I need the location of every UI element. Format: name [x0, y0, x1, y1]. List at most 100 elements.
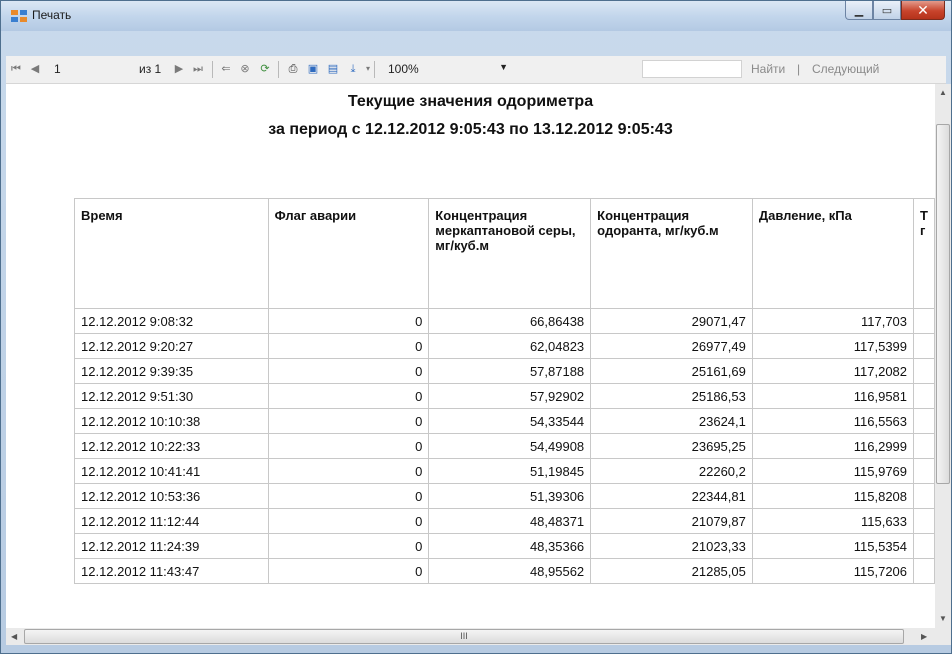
cell-alarm-flag: 0 — [267, 333, 430, 359]
cell-time: 12.12.2012 9:20:27 — [74, 333, 269, 359]
cell-truncated — [913, 358, 935, 384]
zoom-value: 100% — [388, 62, 419, 76]
report-table: Время Флаг аварии Концентрация меркаптан… — [74, 198, 935, 584]
column-header-alarm-flag: Флаг аварии — [267, 198, 430, 309]
cell-odorant: 23624,1 — [590, 408, 753, 434]
zoom-select[interactable]: 100% ▼ — [386, 60, 514, 78]
scroll-up-icon[interactable]: ▲ — [939, 88, 947, 97]
cell-time: 12.12.2012 10:53:36 — [74, 483, 269, 509]
cell-pressure: 116,9581 — [751, 383, 915, 409]
cell-alarm-flag: 0 — [267, 558, 430, 584]
print-window: Печать ▁ ▭ ✕ ⏮ ◀ 1 из 1 ▶ ⏭ ⇐ ⊗ ⟳ ⎙ ▣ ▤ … — [0, 0, 952, 654]
find-next-link[interactable]: Следующий — [812, 62, 879, 76]
cell-odorant: 29071,47 — [590, 308, 753, 334]
cell-pressure: 115,8208 — [751, 483, 915, 509]
scroll-down-icon[interactable]: ▼ — [939, 614, 947, 623]
scroll-left-icon[interactable]: ◀ — [11, 632, 17, 641]
print-layout-icon[interactable]: ▣ — [306, 62, 320, 76]
scroll-grip-icon: III — [460, 631, 468, 641]
toolbar-separator — [278, 61, 279, 78]
cell-pressure: 117,2082 — [751, 358, 915, 384]
cell-mercaptan: 48,35366 — [428, 533, 592, 559]
next-page-icon[interactable]: ▶ — [172, 62, 186, 76]
page-setup-icon[interactable]: ▤ — [326, 62, 340, 76]
table-row: 12.12.2012 11:12:44 0 48,48371 21079,87 115,… — [74, 508, 935, 534]
close-icon: ✕ — [917, 1, 929, 18]
cell-truncated — [913, 433, 935, 459]
table-row: 12.12.2012 10:53:36 0 51,39306 22344,81 115,… — [74, 483, 935, 509]
cell-alarm-flag: 0 — [267, 383, 430, 409]
cell-odorant: 21079,87 — [590, 508, 753, 534]
cell-odorant: 22344,81 — [590, 483, 753, 509]
table-row: 12.12.2012 9:39:35 0 57,87188 25161,69 117,2… — [74, 358, 935, 384]
cell-truncated — [913, 483, 935, 509]
table-row: 12.12.2012 10:41:41 0 51,19845 22260,2 115,9… — [74, 458, 935, 484]
first-page-icon[interactable]: ⏮ — [9, 62, 23, 76]
current-page-input[interactable]: 1 — [54, 62, 61, 76]
page-total-label: из 1 — [139, 62, 162, 76]
cell-pressure: 115,7206 — [751, 558, 915, 584]
cell-truncated — [913, 558, 935, 584]
cell-pressure: 116,2999 — [751, 433, 915, 459]
stop-icon[interactable]: ⊗ — [238, 62, 252, 76]
table-row: 12.12.2012 9:51:30 0 57,92902 25186,53 116,9… — [74, 383, 935, 409]
table-row: 12.12.2012 9:08:32 0 66,86438 29071,47 117,7… — [74, 308, 935, 334]
resize-grip-icon[interactable] — [935, 628, 951, 645]
app-icon — [11, 10, 27, 22]
minimize-icon: ▁ — [854, 4, 864, 17]
cell-odorant: 21023,33 — [590, 533, 753, 559]
cell-alarm-flag: 0 — [267, 408, 430, 434]
toolbar-separator — [374, 61, 375, 78]
cell-time: 12.12.2012 10:10:38 — [74, 408, 269, 434]
cell-alarm-flag: 0 — [267, 433, 430, 459]
cell-truncated — [913, 508, 935, 534]
cell-odorant: 21285,05 — [590, 558, 753, 584]
horizontal-scroll-thumb[interactable]: III — [24, 629, 904, 644]
cell-time: 12.12.2012 11:12:44 — [74, 508, 269, 534]
vertical-scroll-thumb[interactable] — [936, 124, 950, 484]
print-icon[interactable]: ⎙ — [286, 62, 300, 76]
export-dropdown-icon[interactable]: ▾ — [361, 62, 375, 76]
report-title: Текущие значения одориметра — [347, 93, 594, 110]
cell-alarm-flag: 0 — [267, 508, 430, 534]
vertical-scrollbar[interactable]: ▲ ▼ — [935, 84, 951, 628]
refresh-icon[interactable]: ⟳ — [258, 62, 272, 76]
cell-time: 12.12.2012 11:24:39 — [74, 533, 269, 559]
cell-pressure: 117,703 — [751, 308, 915, 334]
column-header-truncated: Т г — [913, 198, 935, 309]
table-row: 12.12.2012 11:24:39 0 48,35366 21023,33 115,… — [74, 533, 935, 559]
cell-truncated — [913, 408, 935, 434]
cell-alarm-flag: 0 — [267, 358, 430, 384]
column-header-mercaptan-concentration: Концентрация меркаптановой серы, мг/куб.… — [428, 198, 592, 309]
close-button[interactable]: ✕ — [901, 1, 945, 20]
cell-truncated — [913, 333, 935, 359]
table-row: 12.12.2012 11:43:47 0 48,95562 21285,05 115,… — [74, 558, 935, 584]
maximize-button[interactable]: ▭ — [873, 1, 901, 20]
back-icon[interactable]: ⇐ — [219, 62, 233, 76]
title-bar[interactable]: Печать ▁ ▭ ✕ — [1, 1, 951, 31]
cell-pressure: 115,5354 — [751, 533, 915, 559]
cell-mercaptan: 51,39306 — [428, 483, 592, 509]
minimize-button[interactable]: ▁ — [845, 1, 873, 20]
cell-odorant: 23695,25 — [590, 433, 753, 459]
find-input[interactable] — [642, 60, 742, 78]
cell-pressure: 115,633 — [751, 508, 915, 534]
cell-mercaptan: 62,04823 — [428, 333, 592, 359]
cell-time: 12.12.2012 10:22:33 — [74, 433, 269, 459]
cell-mercaptan: 57,87188 — [428, 358, 592, 384]
last-page-icon[interactable]: ⏭ — [191, 62, 205, 76]
cell-mercaptan: 51,19845 — [428, 458, 592, 484]
previous-page-icon[interactable]: ◀ — [28, 62, 42, 76]
chevron-down-icon: ▼ — [499, 62, 508, 72]
cell-alarm-flag: 0 — [267, 533, 430, 559]
find-link[interactable]: Найти — [751, 62, 785, 76]
horizontal-scrollbar[interactable]: ◀ III ▶ — [6, 628, 935, 645]
cell-odorant: 25161,69 — [590, 358, 753, 384]
cell-truncated — [913, 308, 935, 334]
table-header-row: Время Флаг аварии Концентрация меркаптан… — [74, 198, 935, 309]
export-icon[interactable]: ⤓ — [346, 62, 360, 76]
window-title: Печать — [32, 8, 72, 22]
scroll-right-icon[interactable]: ▶ — [921, 632, 927, 641]
report-viewport[interactable]: Текущие значения одориметра за период с … — [6, 84, 935, 628]
cell-pressure: 115,9769 — [751, 458, 915, 484]
